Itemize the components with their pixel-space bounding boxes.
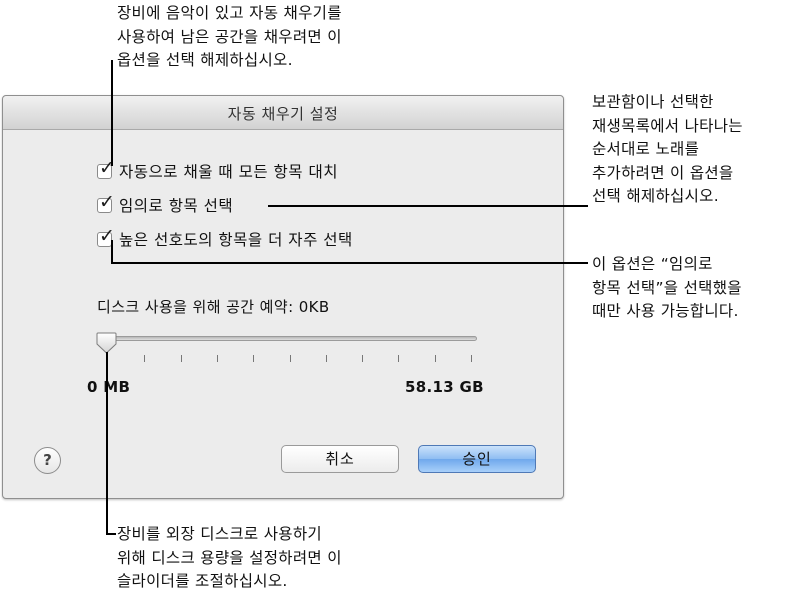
annotated-screenshot: 장비에 음악이 있고 자동 채우기를 사용하여 남은 공간을 채우려면 이 옵션… — [0, 0, 796, 598]
option-higher-rated-label: 높은 선호도의 항목을 더 자주 선택 — [119, 231, 353, 249]
slider-tick — [362, 355, 363, 362]
ok-button[interactable]: 승인 — [418, 445, 536, 473]
option-higher-rated[interactable]: ✓ 높은 선호도의 항목을 더 자주 선택 — [97, 226, 353, 249]
checkbox-higher-rated[interactable]: ✓ — [97, 226, 115, 247]
checkmark-icon: ✓ — [99, 224, 115, 247]
callout-replace-items: 장비에 음악이 있고 자동 채우기를 사용하여 남은 공간을 채우려면 이 옵션… — [117, 4, 342, 69]
checkbox-replace-all[interactable]: ✓ — [97, 158, 115, 179]
slider-tick — [217, 355, 218, 362]
callout-leader-line — [111, 240, 113, 262]
checkmark-icon: ✓ — [99, 156, 115, 179]
dialog-title: 자동 채우기 설정 — [227, 105, 339, 123]
help-button[interactable]: ? — [34, 447, 61, 474]
callout-leader-line — [106, 352, 108, 534]
callout-leader-line — [111, 262, 588, 264]
option-random[interactable]: ✓ 임의로 항목 선택 — [97, 192, 234, 215]
disk-space-slider-track[interactable] — [106, 336, 477, 341]
slider-tick — [471, 355, 472, 362]
checkmark-icon: ✓ — [99, 190, 115, 213]
option-replace-all-label: 자동으로 채울 때 모든 항목 대치 — [119, 163, 339, 181]
slider-tick — [398, 355, 399, 362]
slider-tick — [290, 355, 291, 362]
option-random-label: 임의로 항목 선택 — [119, 197, 234, 215]
checkbox-random[interactable]: ✓ — [97, 192, 115, 213]
slider-tick — [181, 355, 182, 362]
slider-min-label: 0 MB — [87, 378, 131, 396]
slider-tick — [326, 355, 327, 362]
callout-random-selection: 보관함이나 선택한 재생목록에서 나타나는 순서대로 노래를 추가하려면 이 옵… — [592, 93, 743, 205]
slider-tick — [435, 355, 436, 362]
slider-max-label: 58.13 GB — [405, 378, 484, 396]
callout-slider: 장비를 외장 디스크로 사용하기 위해 디스크 용량을 설정하려면 이 슬라이더… — [117, 525, 342, 590]
callout-preference-option: 이 옵션은 “임의로 항목 선택”을 선택했을 때만 사용 가능합니다. — [592, 255, 742, 320]
option-replace-all[interactable]: ✓ 자동으로 채울 때 모든 항목 대치 — [97, 158, 339, 181]
dialog-titlebar: 자동 채우기 설정 — [3, 96, 563, 130]
callout-leader-line — [268, 205, 588, 207]
disk-space-slider-thumb[interactable] — [96, 332, 117, 354]
reserve-space-text: 디스크 사용을 위해 공간 예약: — [97, 298, 294, 316]
callout-leader-line — [111, 60, 113, 166]
slider-tick — [144, 355, 145, 362]
reserve-space-value: 0KB — [298, 298, 330, 316]
reserve-space-label: 디스크 사용을 위해 공간 예약: 0KB — [97, 296, 330, 317]
cancel-button[interactable]: 취소 — [281, 445, 399, 473]
slider-tick — [253, 355, 254, 362]
callout-leader-line — [106, 533, 116, 535]
